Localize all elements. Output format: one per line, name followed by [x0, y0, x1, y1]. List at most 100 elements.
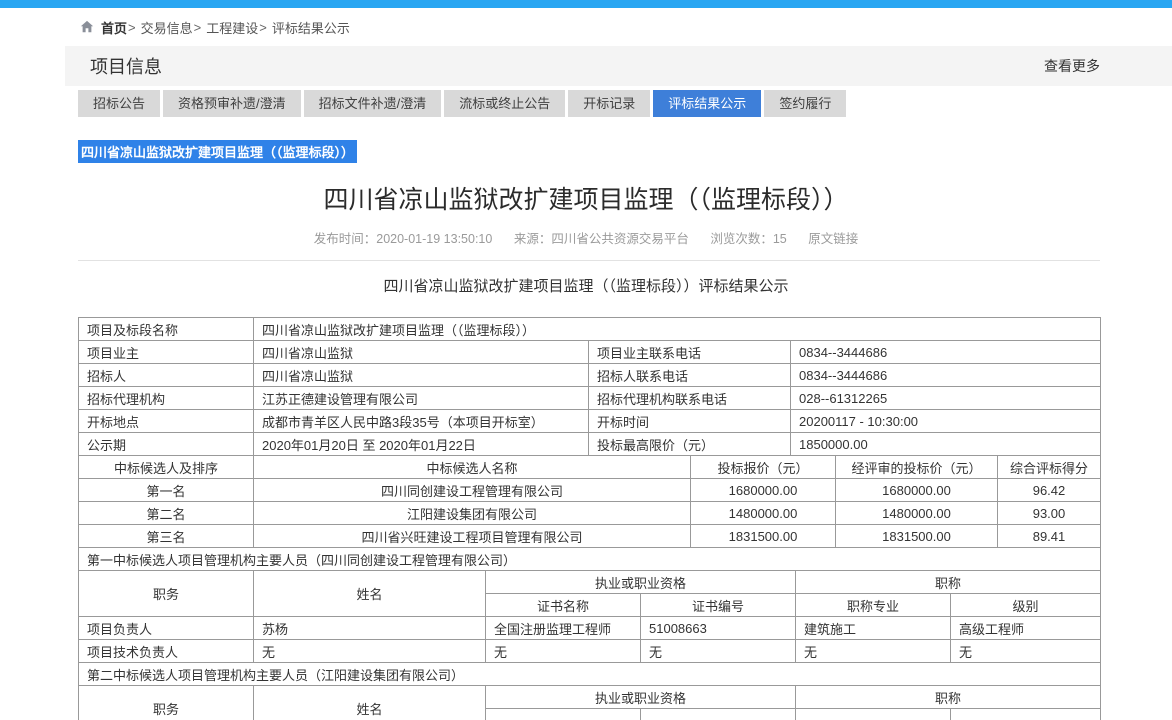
table-row: 招标人 四川省凉山监狱 招标人联系电话 0834--3444686	[79, 364, 1101, 387]
publish-time: 发布时间：2020-01-19 13:50:10	[314, 232, 493, 246]
candidates-table: 中标候选人及排序 中标候选人名称 投标报价（元） 经评审的投标价（元） 综合评标…	[78, 455, 1101, 548]
tab-bid-opening-record[interactable]: 开标记录	[568, 90, 650, 117]
table-row: 第二名 江阳建设集团有限公司 1480000.00 1480000.00 93.…	[79, 502, 1101, 525]
breadcrumb-home-link[interactable]: 首页	[101, 18, 127, 37]
header-title-group: 职称	[796, 571, 1101, 594]
breadcrumb-item-current: 评标结果公示	[272, 18, 350, 37]
candidate-rank: 第三名	[79, 525, 254, 548]
header-bid-price: 投标报价（元）	[691, 456, 836, 479]
candidate-rank: 第二名	[79, 502, 254, 525]
tab-prequalification-addendum[interactable]: 资格预审补遗/澄清	[163, 90, 301, 117]
header-title-group: 职称	[796, 686, 1101, 709]
cell-value: 四川省凉山监狱	[254, 341, 589, 364]
header-rank: 中标候选人及排序	[79, 456, 254, 479]
home-icon	[80, 20, 94, 34]
tab-evaluation-result[interactable]: 评标结果公示	[653, 90, 761, 117]
table-row: 项目业主 四川省凉山监狱 项目业主联系电话 0834--3444686	[79, 341, 1101, 364]
article-title: 四川省凉山监狱改扩建项目监理（（监理标段））	[0, 185, 1172, 215]
table-row: 项目及标段名称 四川省凉山监狱改扩建项目监理（（监理标段））	[79, 318, 1101, 341]
candidate-score: 89.41	[998, 525, 1101, 548]
cell-value: 028--61312265	[791, 387, 1101, 410]
table-row: 开标地点 成都市青羊区人民中路3段35号（本项目开标室） 开标时间 202001…	[79, 410, 1101, 433]
tab-contract-performance[interactable]: 签约履行	[764, 90, 846, 117]
cell-value: 2020年01月20日 至 2020年01月22日	[254, 433, 589, 456]
cell-label: 公示期	[79, 433, 254, 456]
candidate-score: 96.42	[998, 479, 1101, 502]
candidate-bid: 1680000.00	[691, 479, 836, 502]
header-qualification: 执业或职业资格	[486, 686, 796, 709]
header-name: 姓名	[254, 686, 486, 720]
tab-bid-doc-addendum[interactable]: 招标文件补遗/澄清	[304, 90, 442, 117]
cell-label: 项目及标段名称	[79, 318, 254, 341]
header-duty: 职务	[79, 686, 254, 720]
header-duty: 职务	[79, 571, 254, 617]
candidate-score: 93.00	[998, 502, 1101, 525]
person-title-level: 高级工程师	[951, 617, 1101, 640]
tab-bar: 招标公告 资格预审补遗/澄清 招标文件补遗/澄清 流标或终止公告 开标记录 评标…	[78, 90, 1172, 117]
candidate-bid: 1480000.00	[691, 502, 836, 525]
tab-failed-or-terminated[interactable]: 流标或终止公告	[444, 90, 565, 117]
cell-label: 项目业主联系电话	[589, 341, 791, 364]
tab-bid-announcement[interactable]: 招标公告	[78, 90, 160, 117]
selected-result-link[interactable]: 四川省凉山监狱改扩建项目监理（（监理标段））	[78, 140, 357, 163]
table-header-row: 职务 姓名 执业或职业资格 职称	[79, 686, 1101, 709]
breadcrumb-item-trade-info[interactable]: 交易信息	[141, 18, 193, 37]
header-candidate-name: 中标候选人名称	[254, 456, 691, 479]
candidate-name: 江阳建设集团有限公司	[254, 502, 691, 525]
top-blue-bar	[0, 0, 1172, 8]
candidate-evaluated: 1480000.00	[836, 502, 998, 525]
table-header-row: 中标候选人及排序 中标候选人名称 投标报价（元） 经评审的投标价（元） 综合评标…	[79, 456, 1101, 479]
table-header-row: 职务 姓名 执业或职业资格 职称	[79, 571, 1101, 594]
cell-value: 0834--3444686	[791, 364, 1101, 387]
divider	[78, 260, 1100, 261]
result-list: 四川省凉山监狱改扩建项目监理（（监理标段））	[78, 140, 1172, 163]
cell-value: 四川省凉山监狱	[254, 364, 589, 387]
project-info-table: 项目及标段名称 四川省凉山监狱改扩建项目监理（（监理标段）） 项目业主 四川省凉…	[78, 317, 1101, 456]
personnel2-section-title: 第二中标候选人项目管理机构主要人员（江阳建设集团有限公司）	[79, 663, 1101, 686]
breadcrumb-separator: >	[259, 20, 267, 35]
header-title-level: 级别	[951, 594, 1101, 617]
table-row: 公示期 2020年01月20日 至 2020年01月22日 投标最高限价（元） …	[79, 433, 1101, 456]
breadcrumb-separator: >	[194, 20, 202, 35]
candidate-bid: 1831500.00	[691, 525, 836, 548]
view-more-link[interactable]: 查看更多	[1044, 56, 1100, 76]
person-title-major: 建筑施工	[796, 617, 951, 640]
breadcrumb-separator: >	[128, 20, 136, 35]
person-cert-no: 无	[641, 640, 796, 663]
cell-label: 招标人	[79, 364, 254, 387]
cell-label: 招标人联系电话	[589, 364, 791, 387]
cell-value: 江苏正德建设管理有限公司	[254, 387, 589, 410]
original-text-link[interactable]: 原文链接	[808, 232, 858, 246]
section-title-row: 第二中标候选人项目管理机构主要人员（江阳建设集团有限公司）	[79, 663, 1101, 686]
section-title-row: 第一中标候选人项目管理机构主要人员（四川同创建设工程管理有限公司）	[79, 548, 1101, 571]
cell-value: 20200117 - 10:30:00	[791, 410, 1101, 433]
candidate-rank: 第一名	[79, 479, 254, 502]
header-name: 姓名	[254, 571, 486, 617]
cell-label: 开标时间	[589, 410, 791, 433]
candidate-name: 四川同创建设工程管理有限公司	[254, 479, 691, 502]
table-row: 项目技术负责人 无 无 无 无 无	[79, 640, 1101, 663]
cell-value: 四川省凉山监狱改扩建项目监理（（监理标段））	[254, 318, 1101, 341]
person-title-level: 无	[951, 640, 1101, 663]
notice-subtitle: 四川省凉山监狱改扩建项目监理（（监理标段））评标结果公示	[0, 278, 1172, 296]
cell-value: 0834--3444686	[791, 341, 1101, 364]
cell-label: 投标最高限价（元）	[589, 433, 791, 456]
header-title-major: 职称专业	[796, 594, 951, 617]
table-row: 第三名 四川省兴旺建设工程项目管理有限公司 1831500.00 1831500…	[79, 525, 1101, 548]
candidate-name: 四川省兴旺建设工程项目管理有限公司	[254, 525, 691, 548]
cell-value: 1850000.00	[791, 433, 1101, 456]
person-cert-name: 无	[486, 640, 641, 663]
breadcrumb-item-engineering[interactable]: 工程建设	[206, 18, 258, 37]
article-meta: 发布时间：2020-01-19 13:50:10 来源：四川省公共资源交易平台 …	[0, 228, 1172, 247]
person-name: 无	[254, 640, 486, 663]
cell-label: 项目业主	[79, 341, 254, 364]
view-count: 浏览次数：15	[710, 232, 786, 246]
person-cert-no: 51008663	[641, 617, 796, 640]
candidate-evaluated: 1831500.00	[836, 525, 998, 548]
header-cert-no: 证书编号	[641, 594, 796, 617]
table-row: 招标代理机构 江苏正德建设管理有限公司 招标代理机构联系电话 028--6131…	[79, 387, 1101, 410]
header-evaluated-price: 经评审的投标价（元）	[836, 456, 998, 479]
person-name: 苏杨	[254, 617, 486, 640]
source: 来源：四川省公共资源交易平台	[514, 232, 689, 246]
candidate-evaluated: 1680000.00	[836, 479, 998, 502]
